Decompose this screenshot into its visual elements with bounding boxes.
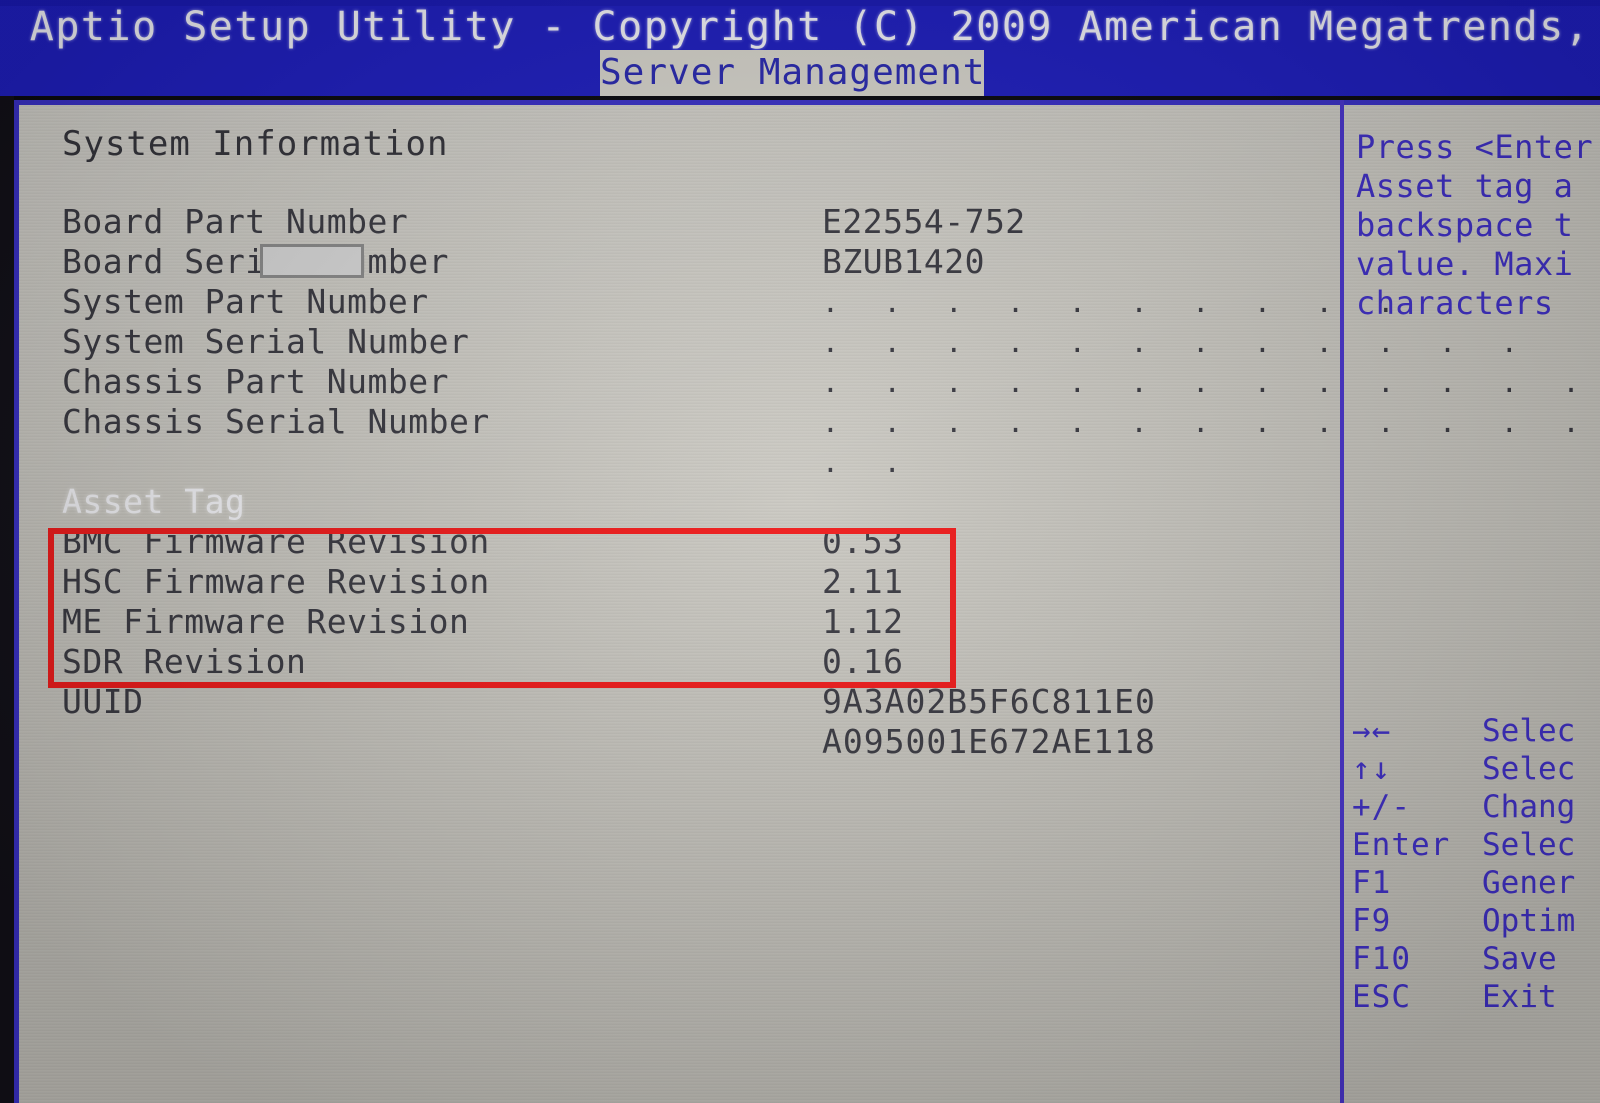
row-sdr-revision[interactable]: SDR Revision 0.16 [62, 642, 1322, 682]
row-hsc-firmware-revision[interactable]: HSC Firmware Revision 2.11 [62, 562, 1322, 602]
legend-desc: Save [1482, 941, 1557, 977]
row-chassis-part-number[interactable]: Chassis Part Number . . . . . . . . . . … [62, 362, 1600, 402]
row-me-firmware-revision[interactable]: ME Firmware Revision 1.12 [62, 602, 1322, 642]
legend-row-left-right: →← Selec [1352, 712, 1600, 750]
row-value: . . . . . . . . . . . . . . . . . . [822, 366, 1600, 399]
plus-minus-icon: +/- [1352, 789, 1411, 825]
f9-key-label: F9 [1352, 903, 1392, 939]
row-label: System Serial Number [62, 322, 470, 361]
row-value: 1.12 [822, 602, 904, 641]
legend-row-f10: F10 Save [1352, 940, 1600, 978]
legend-row-up-down: ↑↓ Selec [1352, 750, 1600, 788]
row-label: Chassis Serial Number [62, 402, 490, 441]
help-line: backspace t [1356, 206, 1574, 244]
row-system-serial-number[interactable]: System Serial Number . . . . . . . . . .… [62, 322, 1518, 362]
f1-key-label: F1 [1352, 865, 1392, 901]
arrow-left-right-icon: →← [1352, 713, 1392, 749]
legend-desc: Chang [1482, 789, 1576, 825]
row-chassis-serial-number-overflow: . . [62, 442, 1322, 482]
row-board-part-number[interactable]: Board Part Number E22554-752 [62, 202, 1322, 242]
arrow-up-down-icon: ↑↓ [1352, 751, 1392, 787]
help-line: value. Maxi [1356, 245, 1574, 283]
row-uuid-continued: A095001E672AE118 [62, 722, 1322, 762]
help-line: characters [1356, 284, 1554, 322]
row-value: . . . . . . . . . . . . [822, 326, 1532, 359]
redaction-box [260, 244, 364, 278]
row-bmc-firmware-revision[interactable]: BMC Firmware Revision 0.53 [62, 522, 1322, 562]
row-value: 0.16 [822, 642, 904, 681]
enter-key-label: Enter [1352, 827, 1451, 863]
legend-desc: Selec [1482, 713, 1576, 749]
row-asset-tag[interactable]: Asset Tag [62, 482, 1322, 522]
key-legend: →← Selec ↑↓ Selec +/- Chang Enter Selec … [1352, 712, 1600, 1016]
row-value: . . . . . . . . . . . . . . . [822, 406, 1600, 439]
page-title: Aptio Setup Utility - Copyright (C) 2009… [29, 4, 1591, 50]
row-label: Board Serial Number [62, 242, 449, 281]
row-label: SDR Revision [62, 642, 307, 681]
legend-row-f9: F9 Optim [1352, 902, 1600, 940]
row-label: BMC Firmware Revision [62, 522, 490, 561]
legend-desc: Gener [1482, 865, 1576, 901]
title-bar: Aptio Setup Utility - Copyright (C) 2009… [0, 0, 1600, 96]
page-section-title: System Information [62, 124, 449, 164]
row-value: E22554-752 [822, 202, 1026, 241]
row-label: UUID [62, 682, 144, 721]
row-value: A095001E672AE118 [822, 722, 1156, 761]
help-line: Press <Enter [1356, 128, 1594, 166]
row-system-part-number[interactable]: System Part Number . . . . . . . . . . [62, 282, 1394, 322]
legend-desc: Exit [1482, 979, 1557, 1015]
row-value: 0.53 [822, 522, 904, 561]
row-uuid[interactable]: UUID 9A3A02B5F6C811E0 [62, 682, 1322, 722]
help-panel: Press <Enter Asset tag a backspace t val… [1356, 128, 1600, 323]
row-label: Board Part Number [62, 202, 409, 241]
help-line: Asset tag a [1356, 167, 1574, 205]
row-value: 9A3A02B5F6C811E0 [822, 682, 1156, 721]
row-value: . . . . . . . . . . [822, 286, 1409, 319]
row-board-serial-number[interactable]: Board Serial Number BZUB1420 [62, 242, 1322, 282]
row-label: Chassis Part Number [62, 362, 449, 401]
row-label: Asset Tag [62, 482, 246, 521]
legend-desc: Selec [1482, 751, 1576, 787]
row-value: . . [822, 446, 915, 479]
legend-row-esc: ESC Exit [1352, 978, 1600, 1016]
legend-row-f1: F1 Gener [1352, 864, 1600, 902]
row-label: System Part Number [62, 282, 429, 321]
bios-screen: Aptio Setup Utility - Copyright (C) 2009… [0, 0, 1600, 1103]
legend-row-enter: Enter Selec [1352, 826, 1600, 864]
screen-bezel-left [0, 96, 14, 1103]
system-information-list: System Information Board Part Number E22… [62, 124, 1600, 762]
esc-key-label: ESC [1352, 979, 1411, 1015]
row-value: BZUB1420 [822, 242, 985, 281]
legend-desc: Optim [1482, 903, 1576, 939]
row-chassis-serial-number[interactable]: Chassis Serial Number . . . . . . . . . … [62, 402, 1600, 442]
f10-key-label: F10 [1352, 941, 1411, 977]
panel-divider [1340, 100, 1344, 1103]
row-value: 2.11 [822, 562, 904, 601]
legend-row-plus-minus: +/- Chang [1352, 788, 1600, 826]
row-label: HSC Firmware Revision [62, 562, 490, 601]
row-label: ME Firmware Revision [62, 602, 470, 641]
tab-server-management[interactable]: Server Management [600, 50, 984, 96]
legend-desc: Selec [1482, 827, 1576, 863]
